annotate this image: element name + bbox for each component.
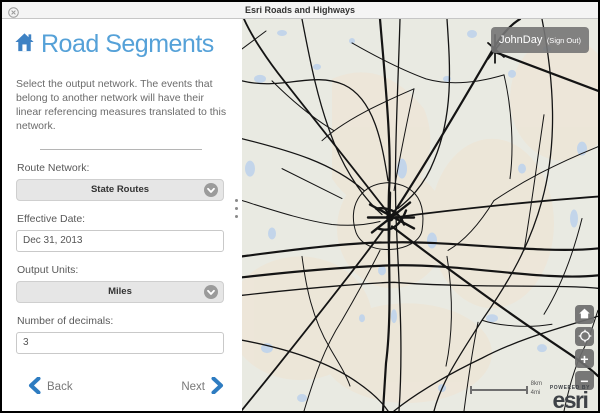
output-units-dropdown[interactable]: Miles [16, 281, 224, 303]
user-badge: JohnDay (Sign Out) [491, 27, 589, 53]
effective-date-label: Effective Date: [17, 213, 242, 225]
output-units-value: Miles [108, 286, 132, 297]
home-icon [578, 307, 591, 322]
route-network-value: State Routes [91, 184, 149, 195]
decimals-input[interactable] [16, 332, 224, 354]
next-button[interactable]: Next [181, 377, 224, 397]
divider [40, 149, 202, 150]
chevron-left-icon [28, 377, 41, 397]
back-button[interactable]: Back [28, 377, 73, 397]
scalebar-imperial-label: 4mi [531, 389, 542, 398]
sign-out-link[interactable]: (Sign Out) [547, 36, 581, 45]
wizard-nav: Back Next [2, 375, 242, 397]
panel-resize-handle[interactable] [235, 199, 238, 218]
chevron-right-icon [211, 377, 224, 397]
wizard-panel: Road Segments Select the output network.… [2, 19, 242, 411]
road-network-basemap [242, 19, 598, 411]
panel-header: Road Segments [13, 30, 242, 59]
map-controls: + − [575, 305, 594, 390]
decimals-label: Number of decimals: [17, 315, 242, 327]
map-scalebar: 8km 4mi [470, 382, 542, 398]
window-title: Esri Roads and Highways [245, 5, 355, 15]
home-icon [13, 31, 36, 59]
route-network-dropdown[interactable]: State Routes [16, 179, 224, 201]
page-title: Road Segments [41, 30, 214, 59]
titlebar: Esri Roads and Highways [2, 2, 598, 19]
effective-date-input[interactable] [16, 230, 224, 252]
close-icon[interactable] [8, 5, 19, 16]
step-description: Select the output network. The events th… [16, 78, 228, 134]
user-name: JohnDay [499, 34, 542, 46]
map-locate-button[interactable] [575, 327, 594, 346]
esri-logo: POWERED BY esri [550, 385, 590, 411]
route-network-label: Route Network: [17, 162, 242, 174]
chevron-down-icon [204, 285, 218, 299]
map-canvas[interactable]: JohnDay (Sign Out) + − [242, 19, 598, 411]
back-label: Back [47, 381, 73, 393]
scalebar-metric-label: 8km [531, 380, 542, 389]
output-units-label: Output Units: [17, 264, 242, 276]
esri-brand-label: esri [550, 391, 590, 411]
locate-icon [578, 329, 592, 345]
app-window: Esri Roads and Highways Road Segments Se… [0, 0, 600, 413]
map-home-button[interactable] [575, 305, 594, 324]
chevron-down-icon [204, 183, 218, 197]
next-label: Next [181, 381, 205, 393]
zoom-in-button[interactable]: + [575, 349, 594, 368]
